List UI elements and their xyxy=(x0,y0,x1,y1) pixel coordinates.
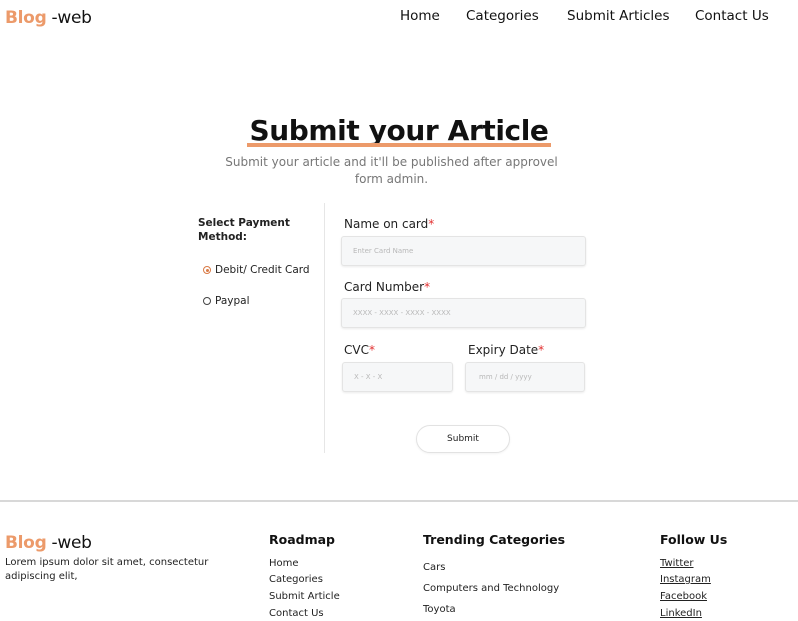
required-asterisk: * xyxy=(424,280,431,294)
footer-link-instagram[interactable]: Instagram xyxy=(660,574,711,585)
card-name-input[interactable]: Enter Card Name xyxy=(341,236,586,266)
card-name-label-text: Name on card xyxy=(344,217,429,231)
footer-trending-title: Trending Categories xyxy=(423,532,566,547)
brand-logo-suffix: -web xyxy=(46,8,92,28)
nav-link-categories[interactable]: Categories xyxy=(466,8,539,24)
nav-link-submit-articles[interactable]: Submit Articles xyxy=(567,8,670,24)
top-navbar: Blog -web Home Categories Submit Article… xyxy=(0,0,798,34)
expiry-date-label: Expiry Date* xyxy=(468,343,544,357)
page-subtitle: Submit your article and it'll be publish… xyxy=(225,155,558,186)
footer-divider xyxy=(0,500,798,502)
required-asterisk: * xyxy=(538,343,545,357)
card-name-label: Name on card* xyxy=(344,217,434,231)
page-title-text: Submit your Article xyxy=(247,114,551,147)
expiry-date-label-text: Expiry Date xyxy=(468,343,539,357)
required-asterisk: * xyxy=(368,343,375,357)
footer-link-home[interactable]: Home xyxy=(269,558,299,569)
brand-logo-accent: Blog xyxy=(5,8,47,28)
payment-method-title: Select Payment Method: xyxy=(198,217,290,243)
expiry-date-input[interactable]: mm / dd / yyyy xyxy=(465,362,585,392)
footer-link-cars[interactable]: Cars xyxy=(423,562,445,573)
footer-link-computers-technology[interactable]: Computers and Technology xyxy=(423,583,559,594)
footer-follow-title: Follow Us xyxy=(660,532,728,547)
footer-link-facebook[interactable]: Facebook xyxy=(660,591,707,602)
page-title: Submit your Article xyxy=(0,114,798,147)
footer-link-submit-article[interactable]: Submit Article xyxy=(269,591,340,602)
footer-link-linkedin[interactable]: LinkedIn xyxy=(660,608,702,619)
cvc-label-text: CVC xyxy=(344,343,369,357)
required-asterisk: * xyxy=(428,217,435,231)
payment-option-card[interactable]: Debit/ Credit Card xyxy=(203,264,310,276)
footer-brand-suffix: -web xyxy=(46,533,92,553)
footer-description: Lorem ipsum dolor sit amet, consectetur … xyxy=(5,557,209,582)
footer-link-contact-us[interactable]: Contact Us xyxy=(269,608,324,619)
card-number-label-text: Card Number xyxy=(344,280,425,294)
nav-link-home[interactable]: Home xyxy=(400,8,440,24)
footer-brand-logo[interactable]: Blog -web xyxy=(5,533,92,553)
payment-option-paypal-label: Paypal xyxy=(215,295,250,307)
footer-roadmap-title: Roadmap xyxy=(269,532,336,547)
radio-selected-icon[interactable] xyxy=(203,266,211,274)
footer-link-categories[interactable]: Categories xyxy=(269,574,323,585)
brand-logo[interactable]: Blog -web xyxy=(5,8,92,28)
footer-link-twitter[interactable]: Twitter xyxy=(660,558,694,569)
footer-link-toyota[interactable]: Toyota xyxy=(423,604,456,615)
payment-option-paypal[interactable]: Paypal xyxy=(203,295,250,307)
nav-link-contact-us[interactable]: Contact Us xyxy=(695,8,769,24)
form-divider xyxy=(324,203,325,453)
cvc-label: CVC* xyxy=(344,343,375,357)
card-number-label: Card Number* xyxy=(344,280,430,294)
cvc-input[interactable]: X - X - X xyxy=(342,362,453,392)
footer-brand-accent: Blog xyxy=(5,533,47,553)
payment-option-card-label: Debit/ Credit Card xyxy=(215,264,310,276)
card-number-input[interactable]: XXXX - XXXX - XXXX - XXXX xyxy=(341,298,586,328)
radio-unselected-icon[interactable] xyxy=(203,297,211,305)
submit-button[interactable]: Submit xyxy=(416,425,510,453)
